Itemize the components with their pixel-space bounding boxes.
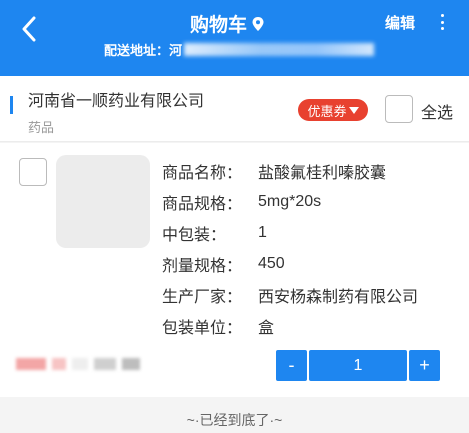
quantity-input[interactable]: 1 [309, 350, 407, 381]
detail-value: 1 [258, 223, 267, 241]
detail-row-maker: 生产厂家： 西安杨森制药有限公司 [162, 279, 418, 310]
detail-row-spec: 商品规格： 5mg*20s [162, 186, 418, 217]
detail-row-name: 商品名称： 盐酸氟桂利嗪胶囊 [162, 155, 418, 186]
price-redacted [16, 356, 156, 372]
detail-key: 中包装： [162, 226, 227, 244]
product-image[interactable] [56, 155, 150, 248]
end-of-list-note: ~·已经到底了·~ [186, 412, 283, 428]
coupon-label: 优惠券 [307, 103, 347, 119]
detail-value: 450 [258, 254, 285, 272]
page-title: 购物车 [190, 15, 248, 36]
title-group: 购物车 [190, 10, 265, 37]
product-details: 商品名称： 盐酸氟桂利嗪胶囊 商品规格： 5mg*20s 中包装： 1 剂量规格… [162, 155, 418, 341]
increase-button[interactable]: + [409, 350, 440, 381]
detail-row-dosage: 剂量规格： 450 [162, 248, 418, 279]
store-accent-bar [10, 96, 13, 114]
detail-key: 商品名称： [162, 164, 243, 182]
address-label: 配送地址： [104, 43, 170, 58]
address-value: 河 [169, 43, 183, 58]
detail-value: 盒 [258, 319, 275, 337]
address-redacted [184, 43, 375, 56]
item-checkbox[interactable] [19, 158, 47, 186]
top-bar: 购物车 编辑 配送地址： 河 [0, 0, 469, 76]
store-header: 河南省一顺药业有限公司 药品 优惠券 全选 [0, 76, 469, 142]
detail-key: 剂量规格： [162, 257, 243, 275]
select-all-checkbox[interactable] [385, 95, 413, 123]
detail-key: 商品规格： [162, 195, 243, 213]
quantity-stepper: - 1 + [276, 350, 440, 381]
select-all-label[interactable]: 全选 [421, 99, 453, 123]
dropdown-triangle-icon [348, 107, 359, 114]
delivery-address[interactable]: 配送地址： 河 [104, 40, 375, 59]
coupon-button[interactable]: 优惠券 [298, 99, 368, 121]
more-vertical-icon[interactable] [437, 12, 447, 32]
detail-row-midpack: 中包装： 1 [162, 217, 418, 248]
edit-button[interactable]: 编辑 [385, 12, 415, 33]
store-category: 药品 [28, 120, 55, 135]
store-name[interactable]: 河南省一顺药业有限公司 [28, 87, 204, 111]
detail-row-unit: 包装单位： 盒 [162, 310, 418, 341]
detail-key: 包装单位： [162, 319, 243, 337]
decrease-button[interactable]: - [276, 350, 307, 381]
back-button[interactable] [14, 12, 44, 46]
location-pin-icon[interactable] [251, 16, 265, 32]
back-arrow-icon [22, 16, 36, 42]
cart-item: 商品名称： 盐酸氟桂利嗪胶囊 商品规格： 5mg*20s 中包装： 1 剂量规格… [0, 143, 469, 397]
detail-value: 5mg*20s [258, 192, 322, 210]
detail-key: 生产厂家： [162, 288, 243, 306]
detail-value: 西安杨森制药有限公司 [258, 288, 419, 306]
detail-value: 盐酸氟桂利嗪胶囊 [258, 164, 387, 182]
